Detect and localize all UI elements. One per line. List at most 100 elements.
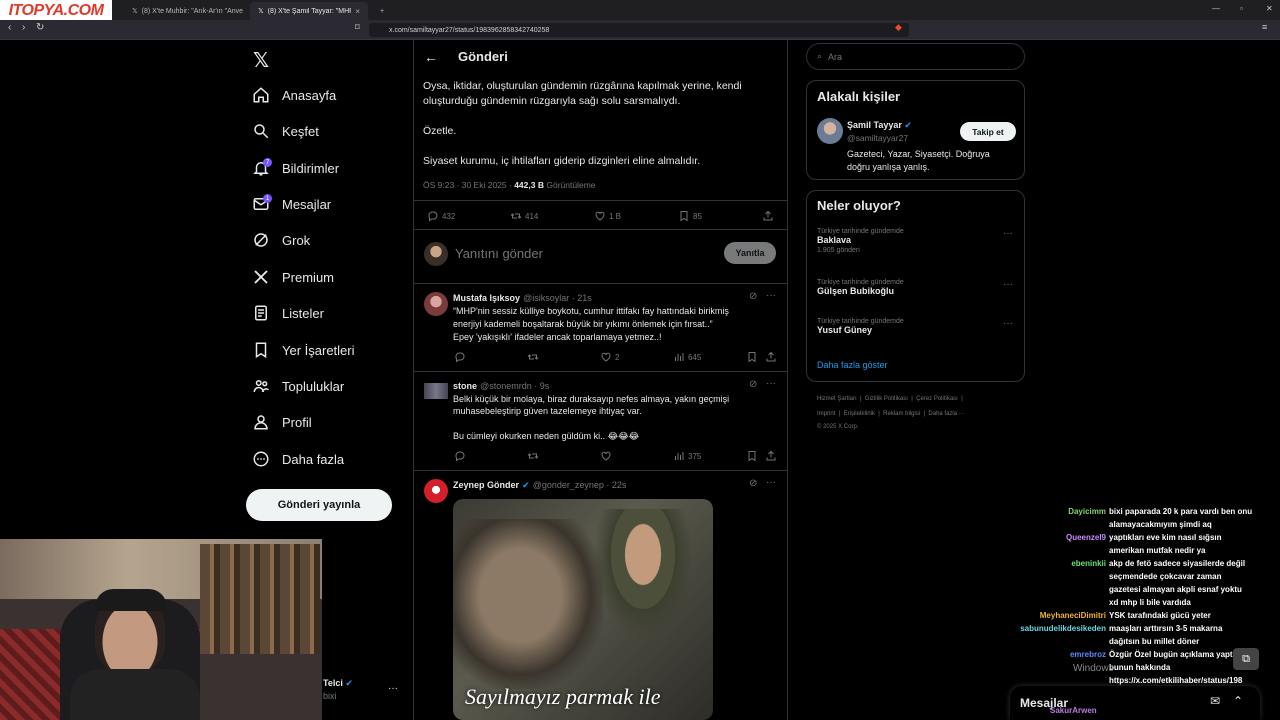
- related-handle: @samiltayyar27: [847, 133, 909, 143]
- chat-text-line: alamayacakmıyım şimdi aq: [1109, 520, 1212, 529]
- share-button[interactable]: [762, 210, 774, 222]
- brave-shield-icon[interactable]: ◆: [895, 22, 902, 33]
- more-options-icon[interactable]: ···: [766, 378, 776, 389]
- reply-button[interactable]: [454, 450, 466, 462]
- browser-tab-active[interactable]: 𝕏(8) X'te Şamil Tayyar: "MHP'nin s×: [250, 2, 368, 20]
- post-button[interactable]: Gönderi yayınla: [246, 489, 392, 521]
- like-button[interactable]: 1 B: [594, 210, 621, 222]
- new-tab-button[interactable]: +: [372, 2, 392, 20]
- related-title: Alakalı kişiler: [817, 89, 901, 104]
- sidebar-item-6[interactable]: Premium: [252, 265, 334, 289]
- search-box[interactable]: ⌕ Ara: [806, 43, 1025, 70]
- sidebar-item-2[interactable]: Keşfet: [252, 119, 319, 143]
- trend-item[interactable]: Türkiye tarihinde gündemde Baklava 1.905 g…: [817, 228, 904, 254]
- grok-icon[interactable]: ⊘: [749, 478, 757, 489]
- back-icon[interactable]: ‹: [8, 22, 11, 33]
- related-name[interactable]: Şamil Tayyar: [847, 120, 902, 130]
- trend-item[interactable]: Türkiye tarihinde gündemde Yusuf Güney: [817, 318, 904, 335]
- chat-text-line: dağıtsın bu millet döner: [1109, 637, 1200, 646]
- like-button[interactable]: 2: [600, 351, 619, 363]
- sidebar-item-3[interactable]: 7 Bildirimler: [252, 156, 339, 180]
- maximize-icon[interactable]: ▫: [1240, 4, 1243, 13]
- more-options-icon[interactable]: ···: [1003, 279, 1013, 290]
- url-text: x.com/samiltayyar27/status/1983962858342…: [389, 26, 550, 34]
- views-label: Görüntüleme: [546, 180, 596, 190]
- sidebar-item-8[interactable]: Yer İşaretleri: [252, 338, 355, 362]
- image-caption: Sayılmayız parmak ile: [465, 684, 661, 709]
- bell-icon: 7: [252, 158, 272, 177]
- sidebar-item-4[interactable]: 1 Mesajlar: [252, 192, 331, 216]
- back-arrow-icon[interactable]: ←: [424, 49, 438, 65]
- repost-button[interactable]: 414: [510, 210, 538, 222]
- minimize-icon[interactable]: —: [1212, 4, 1220, 13]
- more-options-icon[interactable]: ···: [1003, 318, 1013, 329]
- share-button[interactable]: [765, 450, 777, 462]
- menu-icon[interactable]: ≡: [1262, 22, 1267, 32]
- repost-button[interactable]: [527, 450, 539, 462]
- footer-link[interactable]: Daha fazla ···: [928, 411, 964, 417]
- footer-link[interactable]: Erişilebilirlik: [844, 411, 875, 417]
- bookmark-icon: [748, 352, 756, 363]
- repost-button[interactable]: [527, 351, 539, 363]
- share-button[interactable]: [765, 351, 777, 363]
- site-logo: ITOPYA.COM: [0, 0, 112, 22]
- post-image[interactable]: Sayılmayız parmak ile: [453, 499, 713, 720]
- footer-link[interactable]: Imprint: [817, 411, 835, 417]
- show-more-link[interactable]: Daha fazla göster: [817, 360, 888, 370]
- bio-line: doğru yanlışa yanlış.: [847, 161, 930, 172]
- bookmark-page-icon[interactable]: ⌑: [355, 22, 360, 33]
- sidebar-item-9[interactable]: Topluluklar: [252, 374, 344, 398]
- reply-submit-button[interactable]: Yanıtla: [724, 242, 776, 264]
- footer-link[interactable]: Gizlilik Politikası: [865, 396, 908, 402]
- more-options-icon[interactable]: ···: [766, 290, 776, 301]
- author-name[interactable]: Zeynep Gönder: [453, 480, 519, 490]
- more-options-icon[interactable]: ···: [766, 477, 776, 488]
- reply-button[interactable]: [454, 351, 466, 363]
- sidebar-item-5[interactable]: Grok: [252, 228, 310, 252]
- bookmark-button[interactable]: 85: [678, 210, 702, 222]
- picture-in-picture-icon[interactable]: ⧉: [1233, 648, 1259, 670]
- avatar[interactable]: [817, 118, 843, 144]
- reply-input[interactable]: Yanıtını gönder: [455, 246, 543, 261]
- views-button[interactable]: 375: [673, 450, 701, 462]
- bookmark-button[interactable]: [746, 450, 758, 462]
- views-button[interactable]: 645: [673, 351, 701, 363]
- chart-icon: [675, 452, 684, 460]
- follow-button[interactable]: Takip et: [960, 122, 1016, 141]
- close-window-icon[interactable]: ✕: [1266, 4, 1273, 13]
- sidebar-item-7[interactable]: Listeler: [252, 301, 324, 325]
- sidebar-item-10[interactable]: Profil: [252, 410, 312, 434]
- reply-button[interactable]: 432: [427, 210, 455, 222]
- close-icon[interactable]: ×: [355, 7, 360, 16]
- footer-link[interactable]: Çerez Politikası: [916, 396, 958, 402]
- bookmark-button[interactable]: [746, 351, 758, 363]
- forward-icon[interactable]: ›: [22, 22, 25, 33]
- footer-link[interactable]: Reklam bilgisi: [883, 411, 920, 417]
- chat-text-line: bunun hakkında: [1109, 663, 1171, 672]
- expand-icon[interactable]: ⌃: [1233, 694, 1243, 708]
- footer-link[interactable]: Hizmet Şartları: [817, 396, 857, 402]
- author-name[interactable]: Mustafa Işıksoy: [453, 293, 520, 303]
- trend-name: Gülşen Bubikoğlu: [817, 286, 895, 296]
- trend-item[interactable]: Türkiye tarihinde gündemde Gülşen Bubikoğ…: [817, 279, 904, 296]
- grok-icon[interactable]: ⊘: [749, 291, 757, 302]
- reload-icon[interactable]: ↻: [36, 22, 44, 33]
- x-logo-icon[interactable]: 𝕏: [253, 48, 269, 73]
- sidebar-item-label: Bildirimler: [282, 160, 340, 176]
- author-name[interactable]: stone: [453, 381, 477, 391]
- url-field[interactable]: x.com/samiltayyar27/status/1983962858342…: [369, 23, 909, 37]
- chat-username: ebeninkii: [1071, 559, 1106, 568]
- webcam-bookshelf: [200, 544, 320, 654]
- repost-icon: [527, 354, 539, 360]
- browser-tab[interactable]: 𝕏 (8) X'te Muhbir: "Arık-Ar'ın "Anve: [124, 2, 251, 20]
- chat-text-line: bixi paparada 20 k para vardı ben onu: [1109, 507, 1253, 516]
- account-name-row[interactable]: Telci ✔: [323, 678, 353, 689]
- sidebar-item-11[interactable]: Daha fazla: [252, 447, 344, 471]
- more-options-icon[interactable]: ···: [388, 683, 398, 694]
- more-options-icon[interactable]: ···: [1003, 228, 1013, 239]
- like-button[interactable]: [600, 450, 612, 462]
- verified-icon: ✔: [345, 678, 353, 688]
- sidebar-item-1[interactable]: Anasayfa: [252, 83, 336, 107]
- grok-icon[interactable]: ⊘: [749, 379, 757, 390]
- compose-message-icon[interactable]: ✉: [1210, 694, 1220, 708]
